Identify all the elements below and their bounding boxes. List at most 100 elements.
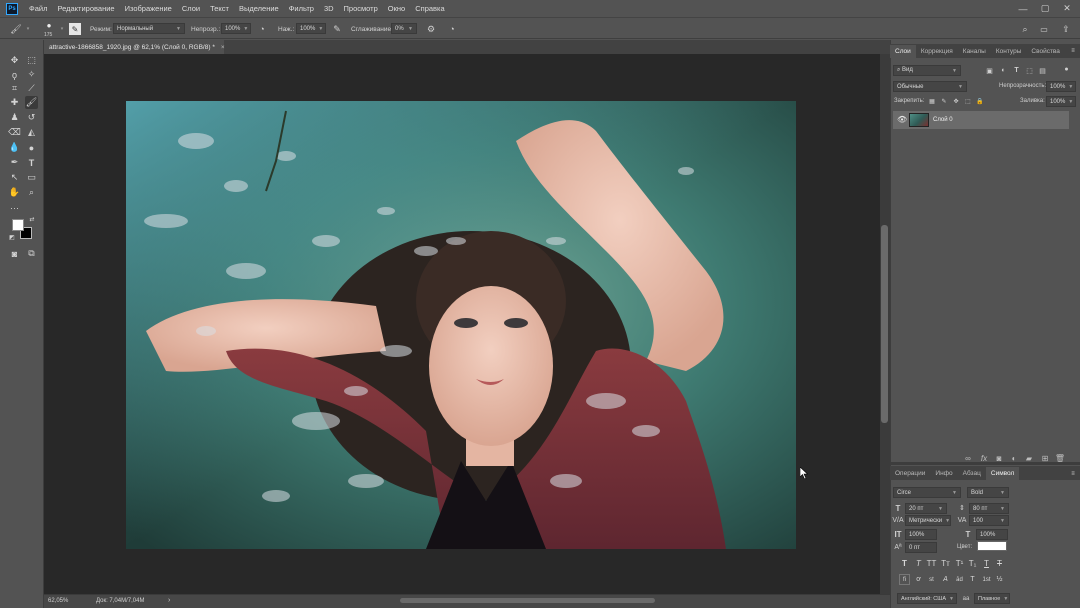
lock-transparent-icon[interactable]: ▦ <box>928 97 936 105</box>
tab-actions[interactable]: Операции <box>890 467 930 480</box>
opacity-input[interactable]: 100% ▼ <box>221 23 251 34</box>
old-style-button[interactable]: ơ <box>913 574 924 585</box>
lock-position-icon[interactable]: ✥ <box>952 97 960 105</box>
document-tab[interactable]: attractive-1866858_1920.jpg @ 62,1% (Сло… <box>44 40 225 54</box>
vertical-scale-input[interactable]: 100% <box>905 529 937 540</box>
menu-type[interactable]: Текст <box>205 4 234 13</box>
healing-brush-tool-icon[interactable]: ✚ <box>8 96 21 109</box>
menu-image[interactable]: Изображение <box>120 4 177 13</box>
foreground-color-swatch[interactable] <box>12 219 24 231</box>
lock-all-icon[interactable]: 🔒 <box>976 97 984 105</box>
titling-alternates-button[interactable]: T <box>967 574 978 585</box>
kerning-select[interactable]: Метрически ▼ <box>905 515 951 526</box>
ligatures-button[interactable]: fi <box>899 574 910 585</box>
rectangle-tool-icon[interactable]: ▭ <box>25 171 38 184</box>
horizontal-scale-input[interactable]: 100% <box>976 529 1008 540</box>
faux-italic-button[interactable]: T <box>913 558 924 569</box>
path-selection-tool-icon[interactable]: ↖ <box>8 171 21 184</box>
dodge-tool-icon[interactable]: ● <box>25 141 38 154</box>
filter-pixel-icon[interactable]: ▣ <box>985 66 994 75</box>
horizontal-scrollbar-thumb[interactable] <box>400 598 655 603</box>
fill-input[interactable]: 100% ▼ <box>1046 96 1076 107</box>
small-caps-button[interactable]: Tт <box>940 558 951 569</box>
menu-file[interactable]: Файл <box>24 4 52 13</box>
tab-layers[interactable]: Слои <box>890 45 916 58</box>
layer-filter-select[interactable]: ⌕ Вид ▼ <box>893 65 961 76</box>
minimize-icon[interactable]: — <box>1012 0 1034 17</box>
layer-opacity-input[interactable]: 100% ▼ <box>1046 81 1076 92</box>
strikethrough-button[interactable]: T <box>994 558 1005 569</box>
brush-picker-chevron-icon[interactable]: ▾ <box>58 24 66 34</box>
filter-adjustment-icon[interactable]: ◐ <box>999 66 1008 75</box>
ordinals-button[interactable]: 1st <box>981 574 992 585</box>
filter-toggle-icon[interactable]: ● <box>1062 65 1071 74</box>
default-colors-icon[interactable]: ◩ <box>8 233 16 241</box>
swash-button[interactable]: A <box>940 574 951 585</box>
tab-info[interactable]: Инфо <box>930 467 957 480</box>
eye-icon[interactable]: 👁 <box>897 115 907 124</box>
smoothing-input[interactable]: 0% ▼ <box>391 23 417 34</box>
menu-3d[interactable]: 3D <box>319 4 339 13</box>
menu-window[interactable]: Окно <box>383 4 410 13</box>
gear-icon[interactable]: ⚙ <box>425 23 437 35</box>
airbrush-icon[interactable]: ✎ <box>331 23 343 35</box>
workspace-icon[interactable]: ▭ <box>1038 23 1050 35</box>
search-icon[interactable]: ⌕ <box>1019 23 1031 35</box>
menu-view[interactable]: Просмотр <box>339 4 383 13</box>
more-tools-icon[interactable]: ··· <box>8 201 21 214</box>
discretionary-ligatures-button[interactable]: st <box>926 574 937 585</box>
blur-tool-icon[interactable]: 💧 <box>8 141 21 154</box>
blend-mode-select[interactable]: Обычные ▼ <box>893 81 967 92</box>
menu-edit[interactable]: Редактирование <box>52 4 119 13</box>
lock-artboard-icon[interactable]: ⬚ <box>964 97 972 105</box>
tab-character[interactable]: Символ <box>985 467 1020 480</box>
font-size-input[interactable]: 20 пт ▼ <box>905 503 947 514</box>
zoom-tool-icon[interactable]: ⌕ <box>25 186 38 199</box>
menu-select[interactable]: Выделение <box>234 4 284 13</box>
pressure-size-icon[interactable]: ◔ <box>446 23 458 35</box>
tab-adjustments[interactable]: Коррекция <box>916 45 958 58</box>
layer-name[interactable]: Слой 0 <box>933 117 953 123</box>
brush-tool-icon[interactable]: 🖌 <box>10 23 22 35</box>
zoom-level[interactable]: 62,05% <box>48 598 68 604</box>
magic-wand-tool-icon[interactable]: ✧ <box>25 68 38 81</box>
close-window-icon[interactable]: ✕ <box>1056 0 1078 17</box>
move-tool-icon[interactable]: ✥ <box>8 54 21 67</box>
photoshop-logo-icon[interactable]: Ps <box>6 2 18 15</box>
leading-input[interactable]: 80 пт ▼ <box>969 503 1009 514</box>
status-menu-arrow-icon[interactable]: › <box>168 597 170 604</box>
font-family-select[interactable]: Circe ▼ <box>893 487 961 498</box>
pressure-input[interactable]: 100% ▼ <box>296 23 326 34</box>
hand-tool-icon[interactable]: ✋ <box>8 186 21 199</box>
quick-mask-icon[interactable]: ◙ <box>8 247 21 260</box>
tab-paragraph[interactable]: Абзац <box>958 467 986 480</box>
clone-stamp-tool-icon[interactable]: ♟ <box>8 111 21 124</box>
layer-row[interactable]: 👁 Слой 0 <box>893 111 1069 129</box>
tab-paths[interactable]: Контуры <box>991 45 1027 58</box>
subscript-button[interactable]: T₁ <box>967 558 978 569</box>
character-panel-menu-icon[interactable]: ≡ <box>1068 470 1078 478</box>
stylistic-alternates-button[interactable]: ād <box>954 574 965 585</box>
text-color-swatch[interactable] <box>977 541 1007 551</box>
share-icon[interactable]: ⇪ <box>1060 23 1072 35</box>
all-caps-button[interactable]: TT <box>926 558 937 569</box>
marquee-tool-icon[interactable]: ⬚ <box>25 54 38 67</box>
antialias-select[interactable]: Плавное ▼ <box>974 593 1010 604</box>
layer-thumbnail[interactable] <box>909 113 929 127</box>
eyedropper-tool-icon[interactable]: ⟋ <box>25 82 38 95</box>
tool-preset-chevron-icon[interactable]: ▾ <box>24 24 32 34</box>
vertical-scrollbar-thumb[interactable] <box>881 225 888 423</box>
eraser-tool-icon[interactable]: ⌫ <box>8 126 21 139</box>
filter-shape-icon[interactable]: ⬚ <box>1025 66 1034 75</box>
paint-bucket-tool-icon[interactable]: ◭ <box>25 126 38 139</box>
tracking-input[interactable]: 100 ▼ <box>969 515 1009 526</box>
faux-bold-button[interactable]: T <box>899 558 910 569</box>
brush-tool-icon[interactable]: 🖌 <box>25 96 38 109</box>
close-tab-icon[interactable]: × <box>221 44 225 51</box>
mode-select[interactable]: Нормальный ▼ <box>113 23 185 34</box>
underline-button[interactable]: T <box>981 558 992 569</box>
type-tool-icon[interactable]: T <box>25 156 38 169</box>
tab-properties[interactable]: Свойства <box>1026 45 1065 58</box>
maximize-icon[interactable]: ▢ <box>1034 0 1056 17</box>
font-style-select[interactable]: Bold ▼ <box>967 487 1009 498</box>
